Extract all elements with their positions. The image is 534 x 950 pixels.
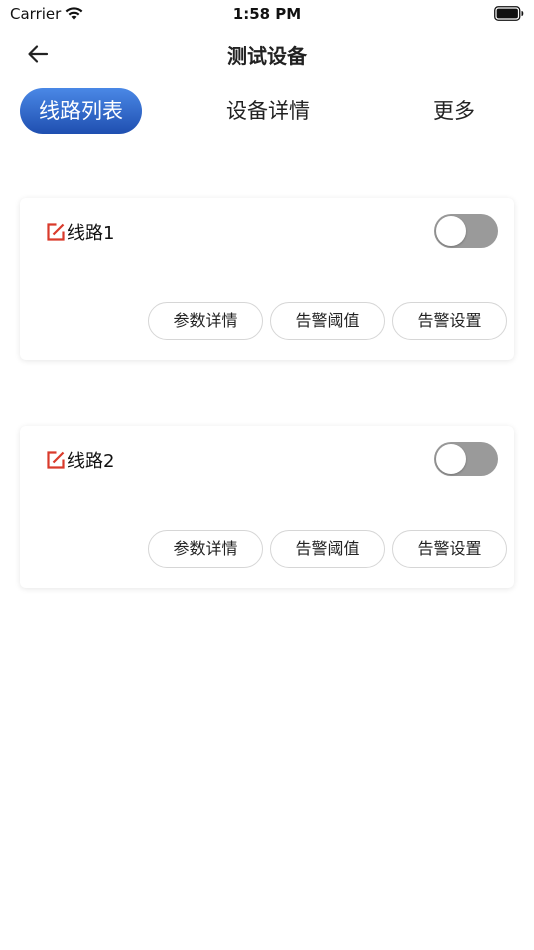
line-card: 线路2 参数详情 告警阈值 告警设置 <box>20 426 514 588</box>
line-name: 线路1 <box>67 223 115 244</box>
tab-line-list[interactable]: 线路列表 <box>20 88 142 134</box>
alarm-settings-button[interactable]: 告警设置 <box>392 302 507 340</box>
alarm-threshold-button[interactable]: 告警阈值 <box>270 302 385 340</box>
edit-icon <box>47 451 65 469</box>
edit-icon <box>47 223 65 241</box>
tab-device-details[interactable]: 设备详情 <box>212 88 324 134</box>
line-name-edit[interactable]: 线路2 <box>46 448 114 472</box>
line-name: 线路2 <box>67 451 115 472</box>
status-bar: Carrier 1:58 PM <box>0 0 534 28</box>
page-title: 测试设备 <box>227 44 307 68</box>
tab-more[interactable]: 更多 <box>418 88 490 134</box>
battery-icon <box>494 6 524 21</box>
param-details-button[interactable]: 参数详情 <box>148 530 263 568</box>
line-card: 线路1 参数详情 告警阈值 告警设置 <box>20 198 514 360</box>
toggle-knob <box>436 444 466 474</box>
alarm-settings-button[interactable]: 告警设置 <box>392 530 507 568</box>
alarm-threshold-button[interactable]: 告警阈值 <box>270 530 385 568</box>
status-time: 1:58 PM <box>232 5 302 23</box>
line-toggle-switch[interactable] <box>434 442 498 476</box>
param-details-button[interactable]: 参数详情 <box>148 302 263 340</box>
line-name-edit[interactable]: 线路1 <box>46 220 114 244</box>
tab-bar: 线路列表 设备详情 更多 <box>0 88 534 134</box>
toggle-knob <box>436 216 466 246</box>
line-action-row: 参数详情 告警阈值 告警设置 <box>148 530 507 568</box>
nav-bar: 测试设备 <box>0 30 534 78</box>
line-action-row: 参数详情 告警阈值 告警设置 <box>148 302 507 340</box>
app-screen: Carrier 1:58 PM 测试设备 线路列表 设备详情 更多 线路1 参数… <box>0 0 534 950</box>
line-toggle-switch[interactable] <box>434 214 498 248</box>
